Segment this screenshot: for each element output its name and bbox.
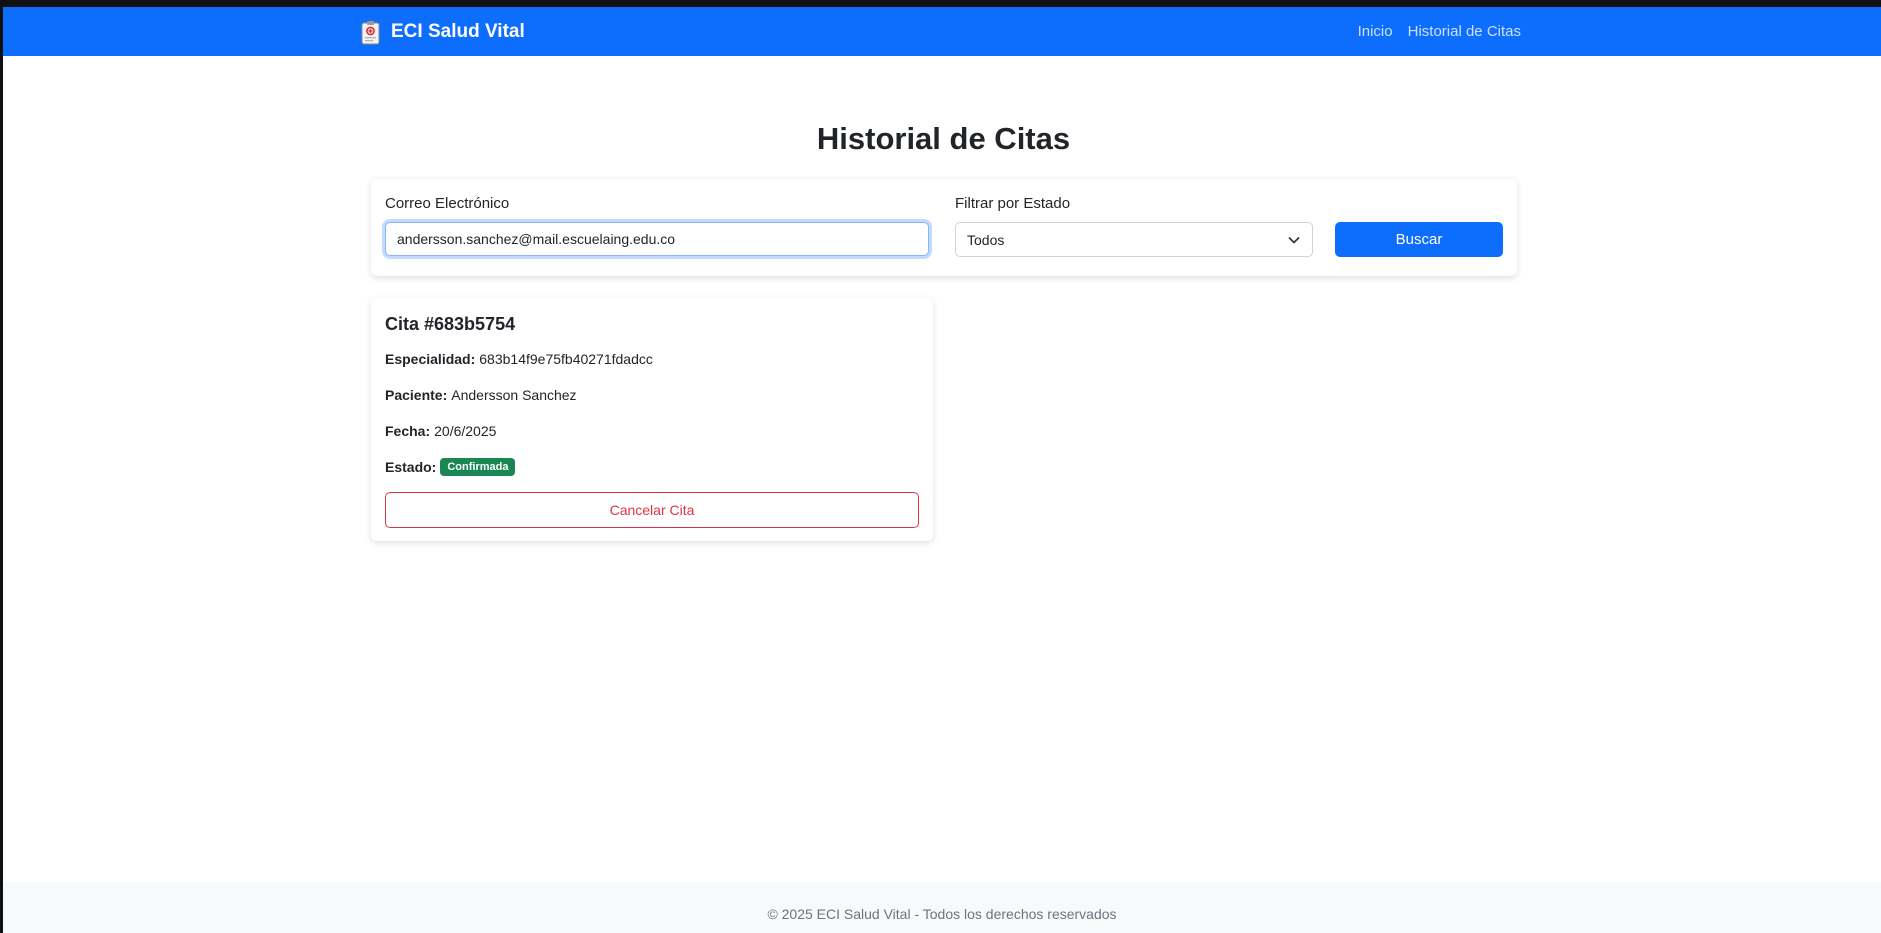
patient-row: Paciente: Andersson Sanchez: [385, 387, 577, 403]
date-label: Fecha:: [385, 423, 431, 439]
status-badge: Confirmada: [440, 458, 516, 476]
footer-copyright: © 2025 ECI Salud Vital - Todos los derec…: [767, 906, 1117, 922]
patient-value: Andersson Sanchez: [451, 387, 577, 403]
footer: © 2025 ECI Salud Vital - Todos los derec…: [3, 882, 1881, 933]
specialty-row: Especialidad: 683b14f9e75fb40271fdadcc: [385, 351, 653, 367]
filter-card: Correo Electrónico Filtrar por Estado To…: [371, 179, 1517, 276]
date-value: 20/6/2025: [434, 423, 497, 439]
chevron-down-icon: [1288, 237, 1300, 244]
page-title: Historial de Citas: [816, 121, 1071, 156]
appointment-card: Cita #683b5754 Especialidad: 683b14f9e75…: [371, 298, 933, 541]
patient-label: Paciente:: [385, 387, 448, 403]
specialty-label: Especialidad:: [385, 351, 476, 367]
search-button[interactable]: Buscar: [1335, 222, 1503, 257]
navbar: ECI Salud Vital Inicio Historial de Cita…: [3, 7, 1881, 56]
status-filter-value: Todos: [967, 232, 1005, 248]
nav-links: Inicio Historial de Citas: [1358, 23, 1521, 40]
status-filter-label: Filtrar por Estado: [955, 195, 1071, 212]
email-label: Correo Electrónico: [385, 195, 510, 212]
status-row: Estado: Confirmada: [385, 458, 516, 476]
status-filter-select[interactable]: Todos: [955, 222, 1313, 257]
date-row: Fecha: 20/6/2025: [385, 423, 496, 439]
specialty-value: 683b14f9e75fb40271fdadcc: [479, 351, 653, 367]
cancel-appointment-button[interactable]: Cancelar Cita: [385, 492, 919, 528]
nav-link-historial[interactable]: Historial de Citas: [1408, 23, 1521, 40]
app-window: ECI Salud Vital Inicio Historial de Cita…: [3, 7, 1881, 933]
status-label: Estado:: [385, 459, 437, 475]
appointment-title: Cita #683b5754: [385, 314, 516, 334]
brand-name: ECI Salud Vital: [391, 21, 525, 42]
brand[interactable]: ECI Salud Vital: [361, 19, 525, 45]
medical-clipboard-icon: [361, 20, 380, 44]
nav-link-inicio[interactable]: Inicio: [1358, 23, 1393, 40]
email-field[interactable]: [385, 222, 929, 256]
